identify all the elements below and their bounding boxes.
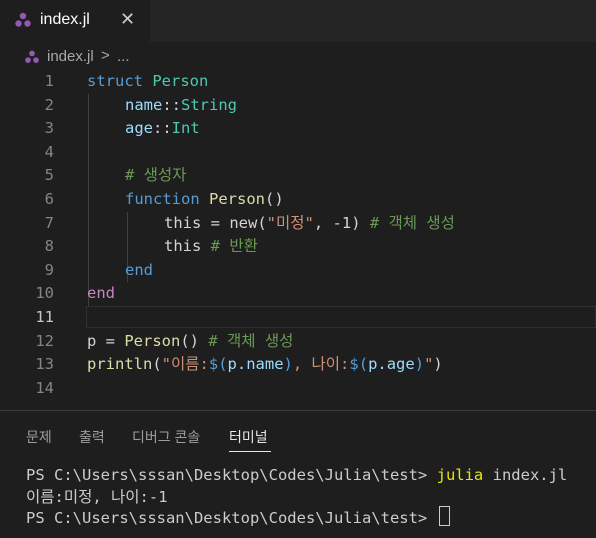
tab-output[interactable]: 출력 — [79, 427, 105, 447]
bottom-panel: 문제 출력 디버그 콘솔 터미널 PS C:\Users\sssan\Deskt… — [0, 410, 596, 538]
breadcrumb-file[interactable]: index.jl — [47, 48, 94, 65]
tab-terminal[interactable]: 터미널 — [229, 427, 268, 447]
code-line: 4 — [0, 141, 596, 165]
identifier: p — [87, 331, 97, 350]
code-line: 2 name::String — [0, 94, 596, 118]
line-number: 13 — [35, 355, 54, 374]
current-line-highlight — [86, 306, 596, 328]
operator: = — [201, 213, 230, 232]
line-number: 12 — [35, 331, 54, 350]
comment: # 생성자 — [125, 166, 187, 185]
breadcrumb: index.jl > ... — [0, 42, 596, 70]
terminal-prompt: PS C:\Users\sssan\Desktop\Codes\Julia\te… — [26, 509, 437, 527]
line-number: 8 — [44, 237, 54, 256]
paren: ) — [351, 213, 370, 232]
code-editor[interactable]: 1 struct Person 2 name::String 3 age::In… — [0, 70, 596, 408]
interpolation: $( — [349, 355, 369, 374]
code-line: 12 p = Person() # 객체 생성 — [0, 330, 596, 354]
line-number: 9 — [44, 260, 54, 279]
keyword: end — [87, 284, 115, 303]
tab-index-jl[interactable]: index.jl ✕ — [0, 0, 150, 42]
type-name: Person — [143, 72, 209, 90]
line-number: 2 — [44, 95, 54, 114]
code-line: 3 age::Int — [0, 117, 596, 141]
code-line: 9 end — [0, 259, 596, 283]
terminal-cursor — [438, 506, 450, 526]
comment: # 객체 생성 — [369, 213, 455, 232]
field-name: name — [125, 95, 163, 114]
identifier: this — [164, 213, 202, 232]
code-line: 8 this # 반환 — [0, 235, 596, 259]
tab-bar: index.jl ✕ — [0, 0, 596, 42]
line-number: 5 — [44, 166, 54, 185]
julia-file-icon — [25, 50, 39, 63]
interpolation-expr: p.age — [368, 355, 415, 374]
breadcrumb-more[interactable]: ... — [117, 48, 130, 65]
function-name: Person — [199, 190, 265, 208]
tab-debug-console[interactable]: 디버그 콘솔 — [132, 427, 200, 447]
comment: # 객체 생성 — [208, 331, 294, 350]
paren: () — [264, 190, 284, 208]
keyword: struct — [87, 72, 143, 90]
string: , 나이: — [292, 355, 350, 374]
paren: ( — [257, 213, 267, 232]
keyword: function — [125, 190, 200, 208]
julia-file-icon — [15, 12, 31, 27]
code-line: 5 # 생성자 — [0, 164, 596, 188]
terminal-output: 이름:미정, 나이:-1 — [26, 488, 168, 506]
code-line: 10 end — [0, 282, 596, 306]
terminal-argument: index.jl — [483, 466, 568, 484]
function-name: Person — [124, 331, 181, 350]
line-number: 11 — [35, 308, 54, 326]
code-line: 7 this = new("미정", -1) # 객체 생성 — [0, 212, 596, 236]
identifier: this — [164, 237, 202, 256]
tab-label: index.jl — [40, 11, 90, 28]
code-line: 13 println("이름:$(p.name), 나이:$(p.age)") — [0, 353, 596, 377]
function-name: println — [87, 355, 153, 374]
type-separator: :: — [162, 95, 181, 114]
tab-problems[interactable]: 문제 — [26, 427, 52, 447]
line-number: 14 — [35, 378, 54, 397]
line-number: 4 — [44, 142, 54, 161]
comma: , — [313, 213, 333, 232]
function-name: new — [229, 213, 258, 232]
line-number: 6 — [44, 190, 54, 208]
terminal-prompt: PS C:\Users\sssan\Desktop\Codes\Julia\te… — [26, 466, 437, 484]
interpolation: $( — [208, 355, 228, 374]
keyword: end — [125, 260, 153, 279]
field-name: age — [125, 119, 153, 138]
code-line: 1 struct Person — [0, 70, 596, 94]
paren: () — [180, 331, 209, 350]
line-number: 10 — [35, 284, 54, 303]
code-line-active[interactable]: 11 — [0, 306, 596, 330]
terminal-line[interactable]: PS C:\Users\sssan\Desktop\Codes\Julia\te… — [26, 506, 450, 529]
operator: = — [96, 331, 125, 350]
code-line: 14 — [0, 377, 596, 401]
close-icon[interactable]: ✕ — [120, 9, 135, 30]
interpolation: ) — [283, 355, 293, 374]
type-separator: :: — [153, 119, 172, 138]
terminal-line: PS C:\Users\sssan\Desktop\Codes\Julia\te… — [26, 464, 567, 486]
active-tab-indicator — [229, 451, 271, 452]
string: "이름: — [161, 355, 209, 374]
type-name: String — [181, 95, 237, 114]
line-number: 3 — [44, 119, 54, 138]
type-name: Int — [171, 119, 200, 138]
code-line: 6 function Person() — [0, 188, 596, 212]
paren: ) — [433, 355, 443, 374]
line-number: 1 — [44, 72, 54, 90]
string: "미정" — [266, 213, 314, 232]
number: -1 — [332, 213, 352, 232]
paren: ( — [152, 355, 162, 374]
interpolation-expr: p.name — [227, 355, 284, 374]
terminal-command: julia — [436, 466, 484, 484]
line-number: 7 — [44, 213, 54, 232]
interpolation: ) — [414, 355, 425, 374]
comment: # 반환 — [201, 237, 258, 256]
breadcrumb-separator: > — [101, 47, 110, 64]
